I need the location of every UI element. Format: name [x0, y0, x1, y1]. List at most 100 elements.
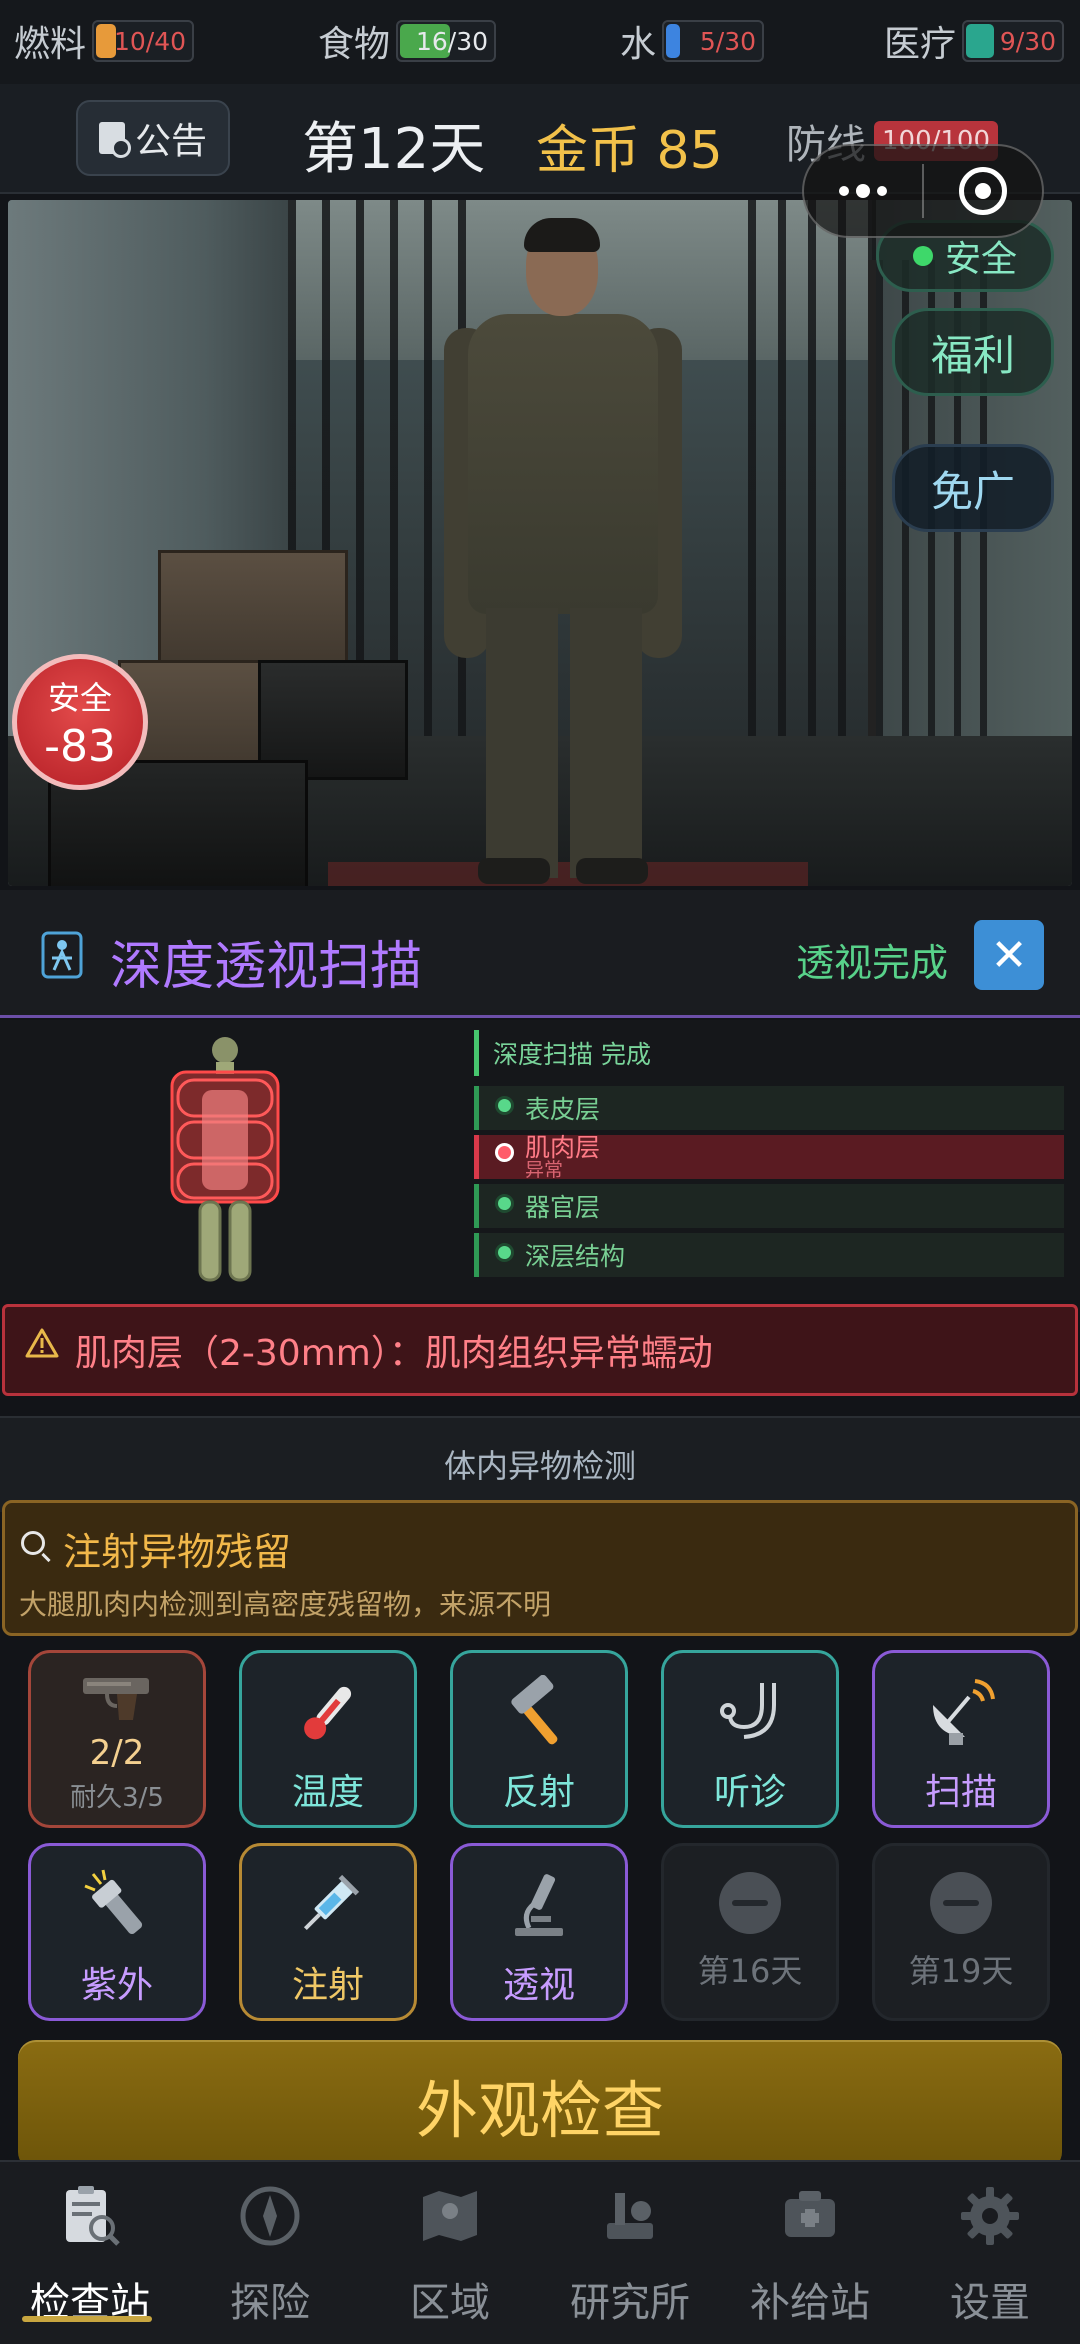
tool-inject[interactable]: 注射	[239, 1843, 417, 2021]
nav-item-settings[interactable]: 设置	[900, 2162, 1080, 2344]
danger-meter-badge: 安全 -83	[12, 654, 148, 790]
day-counter: 第12天	[302, 117, 486, 182]
compass-icon	[234, 2180, 306, 2252]
unlock-day-label: 第19天	[908, 1952, 1014, 1990]
layer-alert-dot	[495, 1143, 514, 1162]
tool-label: 透视	[502, 1965, 575, 2006]
resource-meter: 5/30	[662, 20, 765, 62]
nav-item-supply[interactable]: 补给站	[720, 2162, 900, 2344]
stethoscope-icon	[708, 1671, 792, 1755]
resource-medical: 医疗 9/30	[884, 16, 1065, 66]
alert-text: 肌肉层（2-30mm）：肌肉组织异常蠕动	[75, 1333, 713, 1374]
finding-description: 大腿肌肉内检测到高密度残留物，来源不明	[19, 1588, 552, 1621]
layer-status-dot	[495, 1096, 514, 1115]
notice-label: 公告	[134, 121, 207, 162]
tool-locked-day19: 第19天	[872, 1843, 1050, 2021]
resource-water: 水 5/30	[620, 16, 765, 66]
unlock-day-label: 第16天	[697, 1952, 803, 1990]
satellite-dish-icon	[919, 1671, 1003, 1755]
nav-label: 区域	[410, 2280, 490, 2326]
visitor-figure[interactable]	[438, 218, 688, 886]
durability-label: 耐久3/5	[70, 1783, 164, 1813]
nav-label: 设置	[950, 2280, 1030, 2326]
tool-xray[interactable]: 透视	[450, 1843, 628, 2021]
no-ads-button[interactable]: 免广	[892, 444, 1054, 532]
resource-value: 9/30	[999, 26, 1057, 56]
gear-icon	[954, 2180, 1026, 2252]
tool-temperature[interactable]: 温度	[239, 1650, 417, 1828]
more-icon	[839, 184, 887, 198]
resource-bar: 燃料 10/40 食物 16/30 水 5/30 医疗 9/30	[0, 0, 1080, 84]
notice-button[interactable]: 公告	[76, 100, 230, 176]
resource-meter: 10/40	[92, 20, 195, 62]
layer-label: 深层结构	[525, 1242, 626, 1271]
ammo-count: 2/2	[89, 1733, 145, 1773]
cell-bars	[748, 200, 878, 760]
exit-button[interactable]	[924, 146, 1042, 236]
tool-pistol[interactable]: 2/2 耐久3/5	[28, 1650, 206, 1828]
thermometer-icon	[286, 1671, 370, 1755]
search-icon	[21, 1531, 45, 1555]
section-title: 体内异物检测	[0, 1416, 1080, 1512]
tool-label: 反射	[502, 1772, 575, 1813]
pistol-icon	[75, 1663, 159, 1731]
tool-reflex[interactable]: 反射	[450, 1650, 628, 1828]
lab-icon	[594, 2180, 666, 2252]
nav-item-region[interactable]: 区域	[360, 2162, 540, 2344]
layer-anomaly-label: 异常	[525, 1159, 564, 1181]
tool-label: 紫外	[80, 1965, 153, 2006]
resource-label: 食物	[318, 24, 391, 65]
welfare-button[interactable]: 福利	[892, 308, 1054, 396]
scan-header: 深度透视扫描 透视完成 ✕	[0, 890, 1080, 1018]
layer-item-muscle[interactable]: 肌肉层 异常	[474, 1135, 1064, 1181]
warning-icon	[25, 1328, 59, 1358]
scan-layer-list: 深度扫描 完成 表皮层 肌肉层 异常 器官层 深层结构	[474, 1030, 1064, 1282]
layer-status-dot	[495, 1243, 514, 1262]
tool-label: 扫描	[924, 1772, 997, 1813]
close-button[interactable]: ✕	[974, 920, 1044, 990]
scan-panel: 深度扫描 完成 表皮层 肌肉层 异常 器官层 深层结构	[0, 1020, 1080, 1300]
nav-item-lab[interactable]: 研究所	[540, 2162, 720, 2344]
map-icon	[414, 2180, 486, 2252]
layer-item-organs[interactable]: 器官层	[474, 1184, 1064, 1228]
tool-scan[interactable]: 扫描	[872, 1650, 1050, 1828]
resource-fuel: 燃料 10/40	[14, 16, 195, 66]
microscope-icon	[497, 1864, 581, 1948]
tool-label: 注射	[291, 1965, 364, 2006]
scan-title: 深度透视扫描	[110, 937, 423, 997]
danger-label: 安全	[47, 678, 112, 717]
tool-auscultation[interactable]: 听诊	[661, 1650, 839, 1828]
layer-status-dot	[495, 1194, 514, 1213]
appearance-check-button[interactable]: 外观检查	[18, 2040, 1062, 2170]
figure-torso	[468, 314, 658, 614]
figure-boot	[576, 858, 648, 884]
resource-meter: 16/30	[396, 20, 497, 62]
finding-title: 注射异物残留	[63, 1530, 292, 1574]
notice-icon	[98, 122, 131, 158]
resource-meter: 9/30	[962, 20, 1065, 62]
layer-item-epidermis[interactable]: 表皮层	[474, 1086, 1064, 1130]
foreign-object-finding: 注射异物残留 大腿肌肉内检测到高密度残留物，来源不明	[2, 1500, 1078, 1636]
layer-item-deep-structure[interactable]: 深层结构	[474, 1233, 1064, 1277]
scan-status: 透视完成	[796, 941, 949, 985]
nav-item-explore[interactable]: 探险	[180, 2162, 360, 2344]
figure-hair	[524, 218, 600, 252]
layer-label: 器官层	[525, 1193, 601, 1222]
tool-label: 听诊	[713, 1772, 786, 1813]
tool-uv[interactable]: 紫外	[28, 1843, 206, 2021]
anomaly-alert: 肌肉层（2-30mm）：肌肉组织异常蠕动	[2, 1304, 1078, 1396]
body-scan-figure	[170, 1037, 280, 1282]
resource-value: 16/30	[415, 26, 489, 56]
layer-label: 表皮层	[525, 1095, 601, 1124]
more-menu-button[interactable]	[804, 146, 922, 236]
figure-legs	[486, 608, 642, 878]
locked-minus-icon	[930, 1872, 992, 1934]
tool-label: 温度	[291, 1772, 364, 1813]
miniprogram-capsule	[802, 144, 1044, 238]
status-dot	[912, 246, 933, 266]
nav-label: 研究所	[570, 2280, 690, 2326]
gold-counter: 金币 85	[536, 121, 723, 181]
nav-label: 补给站	[750, 2280, 870, 2326]
target-icon	[959, 167, 1007, 215]
danger-value: -83	[44, 720, 116, 772]
